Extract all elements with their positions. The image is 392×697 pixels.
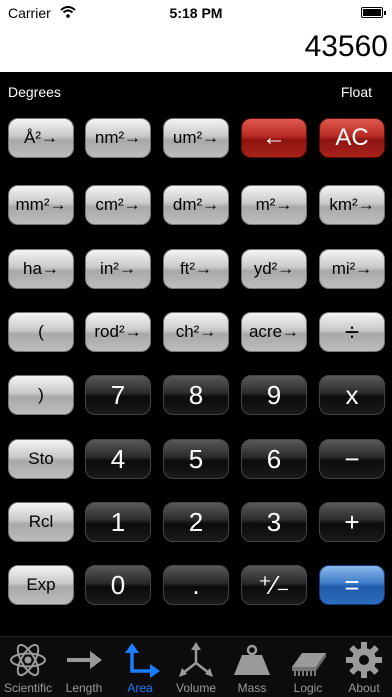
tab-logic[interactable]: Logic	[280, 637, 336, 697]
weight-icon	[234, 644, 270, 675]
digit-6-key[interactable]: 6	[241, 439, 307, 479]
three-axes-icon	[179, 642, 213, 677]
tab-length[interactable]: Length	[56, 637, 112, 697]
tab-about[interactable]: About	[336, 637, 392, 697]
battery-icon	[361, 7, 386, 18]
ch2-convert-key[interactable]: ch²→	[163, 312, 229, 352]
m2-convert-key[interactable]: m²→	[241, 185, 307, 225]
digit-7-key[interactable]: 7	[85, 375, 151, 415]
atom-icon	[10, 643, 46, 677]
store-key[interactable]: Sto	[8, 439, 74, 479]
add-key[interactable]: +	[319, 502, 385, 542]
mm2-convert-key[interactable]: mm²→	[8, 185, 74, 225]
gear-icon	[346, 642, 382, 678]
hectare-convert-key[interactable]: ha→	[8, 249, 74, 289]
cm2-convert-key[interactable]: cm²→	[85, 185, 151, 225]
equals-key[interactable]: =	[319, 565, 385, 605]
rod2-convert-key[interactable]: rod²→	[85, 312, 151, 352]
digit-2-key[interactable]: 2	[163, 502, 229, 542]
backspace-key[interactable]: ←	[241, 118, 307, 158]
status-time: 5:18 PM	[169, 5, 223, 21]
subtract-key[interactable]: −	[319, 439, 385, 479]
acre-convert-key[interactable]: acre→	[241, 312, 307, 352]
open-paren-key[interactable]: (	[8, 312, 74, 352]
digit-5-key[interactable]: 5	[163, 439, 229, 479]
multiply-key[interactable]: x	[319, 375, 385, 415]
all-clear-key[interactable]: AC	[319, 118, 385, 158]
chip-icon	[292, 653, 326, 676]
um2-convert-key[interactable]: um²→	[163, 118, 229, 158]
exponent-key[interactable]: Exp	[8, 565, 74, 605]
digit-4-key[interactable]: 4	[85, 439, 151, 479]
angstrom2-convert-key[interactable]: Å²→	[8, 118, 74, 158]
status-bar: Carrier 5:18 PM	[0, 0, 392, 28]
tab-bar: Scientific Length Area Volume Mass Logic…	[0, 636, 392, 697]
mi2-convert-key[interactable]: mi²→	[319, 249, 385, 289]
recall-key[interactable]: Rcl	[8, 502, 74, 542]
yd2-convert-key[interactable]: yd²→	[241, 249, 307, 289]
corner-arrows-icon	[125, 643, 160, 678]
digit-0-key[interactable]: 0	[85, 565, 151, 605]
digit-9-key[interactable]: 9	[241, 375, 307, 415]
in2-convert-key[interactable]: in²→	[85, 249, 151, 289]
tab-scientific[interactable]: Scientific	[0, 637, 56, 697]
digit-3-key[interactable]: 3	[241, 502, 307, 542]
divide-key[interactable]: ÷	[319, 312, 385, 352]
display-value: 43560	[304, 30, 388, 63]
km2-convert-key[interactable]: km²→	[319, 185, 385, 225]
ft2-convert-key[interactable]: ft²→	[163, 249, 229, 289]
decimal-point-key[interactable]: .	[163, 565, 229, 605]
nm2-convert-key[interactable]: nm²→	[85, 118, 151, 158]
digit-8-key[interactable]: 8	[163, 375, 229, 415]
tab-label: About	[348, 681, 380, 695]
mode-bar: Degrees Float	[0, 76, 392, 106]
dm2-convert-key[interactable]: dm²→	[163, 185, 229, 225]
close-paren-key[interactable]: )	[8, 375, 74, 415]
digit-1-key[interactable]: 1	[85, 502, 151, 542]
tab-volume[interactable]: Volume	[168, 637, 224, 697]
format-mode-toggle[interactable]: Float	[341, 84, 372, 100]
angle-mode-toggle[interactable]: Degrees	[8, 84, 61, 100]
plus-minus-key[interactable]: ⁺⁄₋	[241, 565, 307, 605]
tab-mass[interactable]: Mass	[224, 637, 280, 697]
result-display: 43560	[0, 28, 392, 72]
arrow-right-icon	[67, 651, 102, 669]
tab-area[interactable]: Area	[112, 637, 168, 697]
